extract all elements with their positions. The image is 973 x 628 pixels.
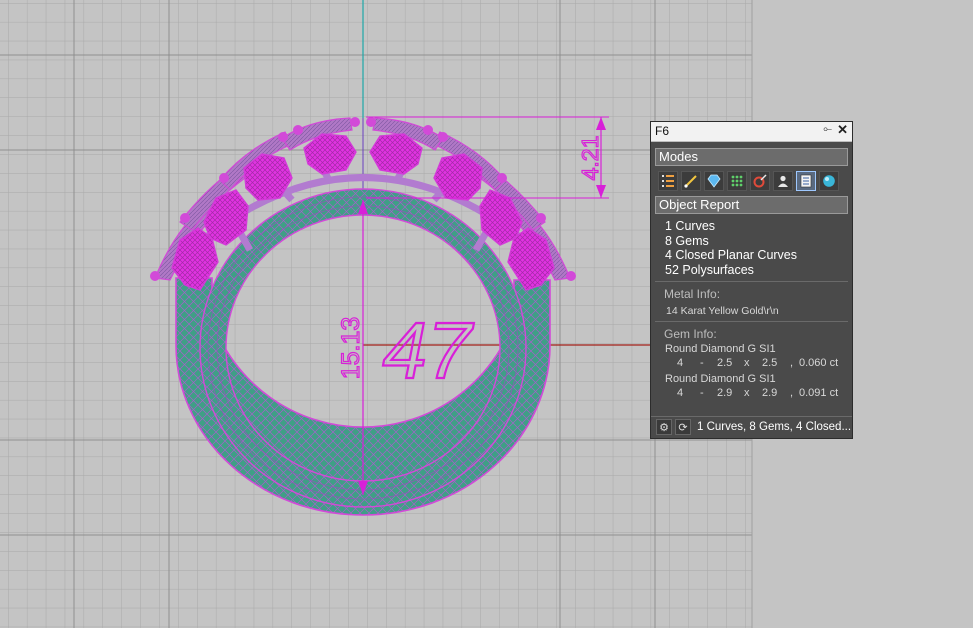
summary-line: 1 Curves: [665, 219, 716, 233]
gem-dash: -: [700, 357, 704, 369]
gem-height: 2.5: [762, 357, 778, 369]
gem-row: 4 - 2.5 x 2.5 , 0.060 ct: [651, 356, 852, 371]
gem-width: 2.9: [717, 387, 733, 399]
gem-count: 4: [677, 357, 684, 369]
close-icon[interactable]: ✕: [837, 122, 848, 138]
gem-name: Round Diamond G SI1: [665, 373, 776, 385]
mesh-icon[interactable]: [727, 171, 747, 191]
gem-comma: ,: [790, 387, 794, 399]
refresh-icon[interactable]: ⟳: [675, 419, 691, 435]
status-text: 1 Curves, 8 Gems, 4 Closed...: [697, 421, 852, 433]
summary-line: 8 Gems: [665, 233, 709, 248]
metal-info-title: Metal Info:: [664, 287, 721, 301]
gem-comma: ,: [790, 357, 794, 369]
gem-icon[interactable]: [704, 171, 724, 191]
pin-icon[interactable]: ⟜: [823, 123, 832, 136]
gem-dash: -: [700, 387, 704, 399]
panel-titlebar[interactable]: F6 ⟜ ✕: [651, 122, 852, 142]
object-report-header[interactable]: Object Report: [655, 196, 848, 214]
gem-times: x: [744, 387, 750, 399]
gem-info-title: Gem Info:: [664, 327, 717, 341]
object-report-panel: F6 ⟜ ✕ Modes Object Report 1 Curves 8 Ge…: [650, 121, 853, 439]
head-height-label: 4.21: [577, 136, 603, 181]
mode-toolbar: [658, 171, 852, 192]
report-summary: 1 Curves 8 Gems 4 Closed Planar Curves 5…: [665, 219, 852, 277]
list-icon[interactable]: [658, 171, 678, 191]
gem-carat: 0.091 ct: [799, 387, 839, 399]
inner-diameter-label: 15.13: [337, 317, 365, 380]
panel-title: F6: [655, 124, 670, 138]
sphere-icon[interactable]: [819, 171, 839, 191]
divider: [655, 321, 848, 322]
curve-icon[interactable]: [681, 171, 701, 191]
gem-height: 2.9: [762, 387, 778, 399]
summary-line: 4 Closed Planar Curves: [665, 248, 798, 262]
report-icon[interactable]: [796, 171, 816, 191]
gem-name: Round Diamond G SI1: [665, 343, 776, 355]
gem-row: 4 - 2.9 x 2.9 , 0.091 ct: [651, 386, 852, 401]
gem-times: x: [744, 357, 750, 369]
gem-count: 4: [677, 387, 684, 399]
gem-width: 2.5: [717, 357, 733, 369]
modes-header[interactable]: Modes: [655, 148, 848, 166]
settings-icon[interactable]: ⚙: [656, 419, 672, 435]
divider: [655, 281, 848, 282]
construction-grid: [0, 0, 752, 628]
panel-statusbar: ⚙ ⟳ 1 Curves, 8 Gems, 4 Closed...: [651, 416, 852, 438]
metal-info-value: 14 Karat Yellow Gold\r\n: [666, 305, 779, 317]
gem-carat: 0.060 ct: [799, 357, 839, 369]
user-icon[interactable]: [773, 171, 793, 191]
summary-line: 52 Polysurfaces: [665, 262, 754, 277]
ring-size-label[interactable]: 47: [381, 305, 475, 396]
pipe-icon[interactable]: [750, 171, 770, 191]
